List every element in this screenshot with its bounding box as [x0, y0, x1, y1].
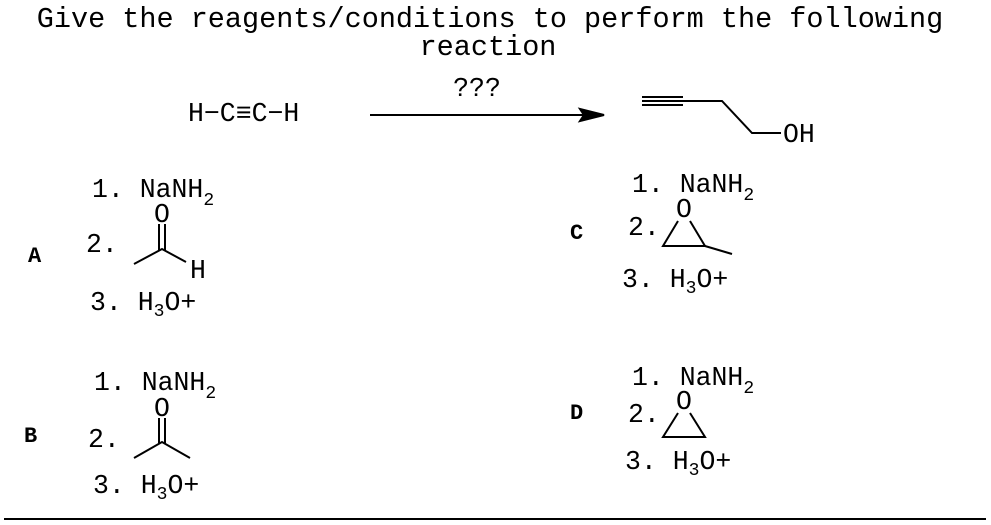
arrow-label: ??? — [453, 74, 501, 104]
option-a[interactable]: A 1. NaNH2 2. O H 3. H3O+ — [28, 175, 214, 322]
reactant-acetylene: H−C≡C−H — [188, 99, 299, 129]
option-d[interactable]: D 1. NaNH2 2. O 3. H3O+ — [570, 363, 754, 481]
step-1: 1. NaNH2 — [632, 170, 754, 206]
step-2: 2. — [628, 213, 660, 243]
question-figure: Give the reagents/conditions to perform … — [4, 3, 986, 520]
methyl-epoxide-structure: O — [661, 195, 733, 255]
product-oh: OH — [783, 120, 815, 150]
option-b[interactable]: B 1. NaNH2 2. O 3. H3O+ — [24, 368, 216, 505]
reaction-arrow — [370, 107, 605, 123]
step-2: 2. — [86, 230, 118, 260]
step-1: 1. NaNH2 — [632, 363, 754, 399]
step-3: 3. H3O+ — [622, 265, 728, 299]
question-text-line2: reaction — [420, 31, 557, 64]
svg-text:O: O — [676, 387, 692, 417]
option-label: A — [28, 244, 42, 269]
svg-text:O: O — [676, 195, 692, 225]
option-c[interactable]: C 1. NaNH2 2. O 3. H3O+ — [570, 170, 754, 299]
product-structure: OH — [642, 96, 815, 150]
acetaldehyde-structure: O H — [133, 200, 206, 286]
option-label: C — [570, 221, 583, 246]
option-label: D — [570, 401, 583, 426]
acetone-structure: O — [133, 394, 191, 459]
step-3: 3. H3O+ — [90, 288, 196, 322]
option-label: B — [24, 424, 37, 449]
step-3: 3. H3O+ — [93, 471, 199, 505]
svg-text:O: O — [154, 394, 170, 424]
step-3: 3. H3O+ — [625, 447, 731, 481]
ethylene-oxide-structure: O — [661, 387, 707, 438]
svg-text:H: H — [190, 256, 206, 286]
svg-text:O: O — [154, 200, 170, 230]
step-2: 2. — [88, 425, 120, 455]
step-2: 2. — [628, 400, 660, 430]
